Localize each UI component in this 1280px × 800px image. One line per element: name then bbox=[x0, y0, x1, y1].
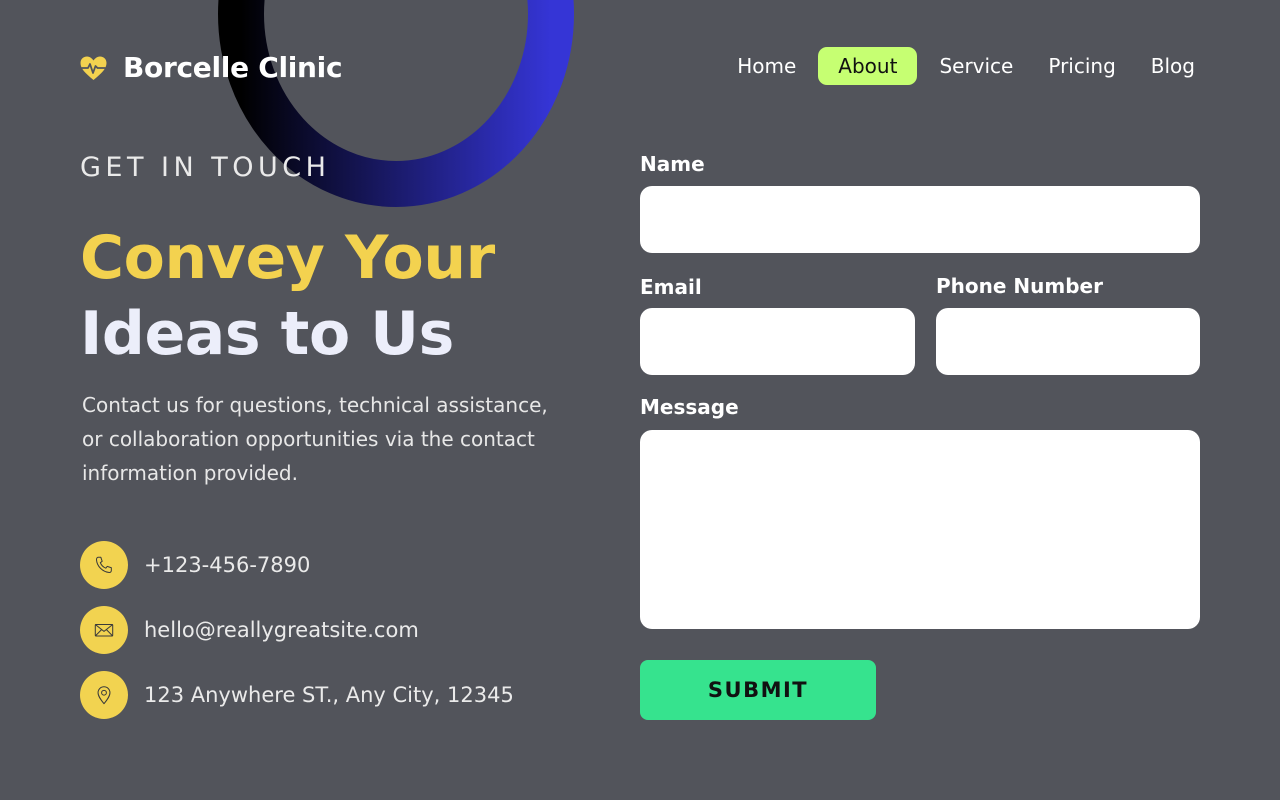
nav-home[interactable]: Home bbox=[730, 47, 803, 85]
contact-page: Borcelle Clinic Home About Service Prici… bbox=[0, 0, 1280, 800]
name-field[interactable] bbox=[640, 186, 1200, 253]
phone-label: Phone Number bbox=[936, 274, 1103, 298]
page-title: Convey Your Ideas to Us bbox=[80, 220, 495, 372]
headline-line-1: Convey Your bbox=[80, 223, 495, 293]
street-address: 123 Anywhere ST., Any City, 12345 bbox=[144, 683, 514, 707]
location-pin-icon bbox=[80, 671, 128, 719]
message-label: Message bbox=[640, 395, 739, 419]
nav-about[interactable]: About bbox=[818, 47, 918, 85]
heart-pulse-icon bbox=[80, 56, 107, 80]
eyebrow-text: GET IN TOUCH bbox=[80, 152, 331, 183]
contact-address: 123 Anywhere ST., Any City, 12345 bbox=[80, 671, 514, 719]
headline-line-2: Ideas to Us bbox=[80, 299, 454, 369]
submit-button[interactable]: SUBMIT bbox=[640, 660, 876, 720]
phone-field[interactable] bbox=[936, 308, 1200, 375]
email-label: Email bbox=[640, 275, 702, 299]
nav-service[interactable]: Service bbox=[932, 47, 1020, 85]
email-field[interactable] bbox=[640, 308, 915, 375]
contact-phone: +123-456-7890 bbox=[80, 541, 514, 589]
email-address: hello@reallygreatsite.com bbox=[144, 618, 419, 642]
nav-pricing[interactable]: Pricing bbox=[1041, 47, 1122, 85]
phone-number: +123-456-7890 bbox=[144, 553, 311, 577]
description: Contact us for questions, technical assi… bbox=[82, 393, 548, 485]
name-label: Name bbox=[640, 152, 705, 176]
contact-email: hello@reallygreatsite.com bbox=[80, 606, 514, 654]
contact-list: +123-456-7890 hello@reallygreatsite.com bbox=[80, 541, 514, 719]
brand-logo[interactable]: Borcelle Clinic bbox=[80, 50, 343, 86]
main-nav: Home About Service Pricing Blog bbox=[730, 47, 1202, 85]
mail-icon bbox=[80, 606, 128, 654]
phone-icon bbox=[80, 541, 128, 589]
nav-blog[interactable]: Blog bbox=[1144, 47, 1202, 85]
brand-name: Borcelle Clinic bbox=[123, 51, 343, 84]
message-field[interactable] bbox=[640, 430, 1200, 629]
